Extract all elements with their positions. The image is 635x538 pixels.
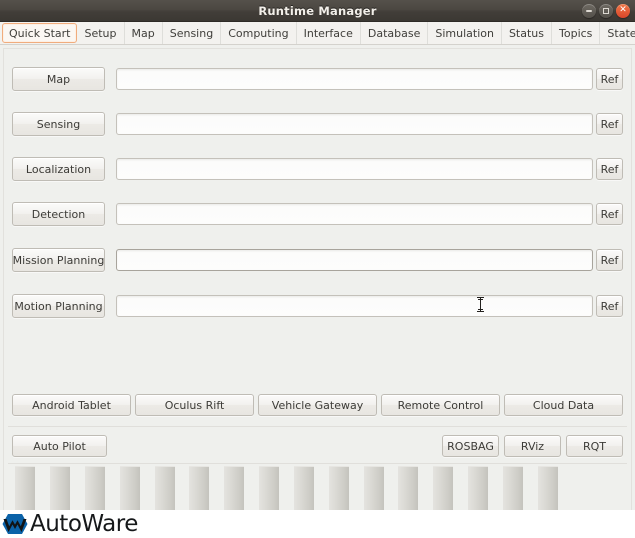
launch-row-motion-planning: Motion Planning Ref (12, 294, 623, 318)
minimize-icon (586, 10, 592, 12)
auto-pilot-button[interactable]: Auto Pilot (12, 435, 107, 457)
divider-above-monitor (8, 463, 627, 464)
detection-ref-button[interactable]: Ref (596, 203, 623, 225)
tab-status[interactable]: Status (501, 22, 553, 44)
tab-label: Computing (228, 26, 289, 40)
tab-label: Sensing (169, 26, 214, 40)
tab-label: Setup (84, 26, 117, 40)
sensing-ref-button[interactable]: Ref (596, 113, 623, 135)
close-icon: ✕ (619, 5, 627, 15)
tab-simulation[interactable]: Simulation (428, 22, 502, 44)
tab-label: Quick Start (9, 26, 71, 40)
footer-branding: AutoWare (0, 510, 635, 538)
oculus-rift-button[interactable]: Oculus Rift (135, 394, 254, 416)
divider-above-tools (8, 426, 627, 427)
tab-label: Database (367, 26, 421, 40)
autoware-wordmark: AutoWare (30, 510, 138, 537)
window-controls: ✕ (582, 0, 630, 22)
tab-database[interactable]: Database (360, 22, 429, 44)
tab-quick-start[interactable]: Quick Start (2, 23, 78, 43)
rviz-button[interactable]: RViz (504, 435, 561, 457)
maximize-icon (603, 8, 609, 14)
close-button[interactable]: ✕ (616, 4, 630, 18)
tab-computing[interactable]: Computing (221, 22, 297, 44)
detection-launch-button[interactable]: Detection (12, 202, 105, 226)
quick-start-panel: Map Ref Sensing Ref Localization Ref Det… (3, 48, 632, 538)
map-ref-button[interactable]: Ref (596, 68, 623, 90)
android-tablet-button[interactable]: Android Tablet (12, 394, 131, 416)
localization-ref-button[interactable]: Ref (596, 158, 623, 180)
tab-label: Simulation (435, 26, 494, 40)
tool-button-row: Auto Pilot ROSBAG RViz RQT (12, 435, 623, 457)
rqt-button[interactable]: RQT (566, 435, 623, 457)
quick-start-content: Map Ref Sensing Ref Localization Ref Det… (0, 45, 635, 538)
device-button-row: Android Tablet Oculus Rift Vehicle Gatew… (12, 394, 623, 416)
motion-planning-path-input[interactable] (116, 295, 593, 317)
maximize-button[interactable] (599, 4, 613, 18)
motion-planning-launch-button[interactable]: Motion Planning (12, 294, 105, 318)
runtime-manager-window: Runtime Manager ✕ Quick Start Setup Map … (0, 0, 635, 538)
tab-label: State (607, 26, 635, 40)
launch-row-mission-planning: Mission Planning Ref (12, 248, 623, 272)
launch-row-detection: Detection Ref (12, 202, 623, 226)
mission-planning-ref-button[interactable]: Ref (596, 249, 623, 271)
tab-label: Interface (303, 26, 353, 40)
vehicle-gateway-button[interactable]: Vehicle Gateway (258, 394, 377, 416)
tab-setup[interactable]: Setup (77, 22, 125, 44)
window-title: Runtime Manager (258, 3, 377, 18)
tab-label: Topics (559, 26, 593, 40)
remote-control-button[interactable]: Remote Control (381, 394, 500, 416)
detection-path-input[interactable] (116, 203, 593, 225)
localization-path-input[interactable] (116, 158, 593, 180)
sensing-launch-button[interactable]: Sensing (12, 112, 105, 136)
tab-state[interactable]: State (600, 22, 635, 44)
motion-planning-ref-button[interactable]: Ref (596, 295, 623, 317)
mission-planning-launch-button[interactable]: Mission Planning (12, 248, 105, 272)
tab-topics[interactable]: Topics (552, 22, 601, 44)
localization-launch-button[interactable]: Localization (12, 157, 105, 181)
sensing-path-input[interactable] (116, 113, 593, 135)
tab-sensing[interactable]: Sensing (162, 22, 222, 44)
map-path-input[interactable] (116, 68, 593, 90)
tab-label: Status (508, 26, 545, 40)
autoware-logo-icon (2, 513, 28, 535)
tab-label: Map (131, 26, 155, 40)
launch-row-localization: Localization Ref (12, 157, 623, 181)
cloud-data-button[interactable]: Cloud Data (504, 394, 623, 416)
launch-row-sensing: Sensing Ref (12, 112, 623, 136)
tab-interface[interactable]: Interface (296, 22, 361, 44)
launch-row-map: Map Ref (12, 67, 623, 91)
minimize-button[interactable] (582, 4, 596, 18)
map-launch-button[interactable]: Map (12, 67, 105, 91)
mission-planning-path-input[interactable] (116, 249, 593, 271)
rosbag-button[interactable]: ROSBAG (442, 435, 499, 457)
tab-bar: Quick Start Setup Map Sensing Computing … (0, 22, 635, 45)
title-bar[interactable]: Runtime Manager ✕ (0, 0, 635, 22)
tab-map[interactable]: Map (124, 22, 163, 44)
